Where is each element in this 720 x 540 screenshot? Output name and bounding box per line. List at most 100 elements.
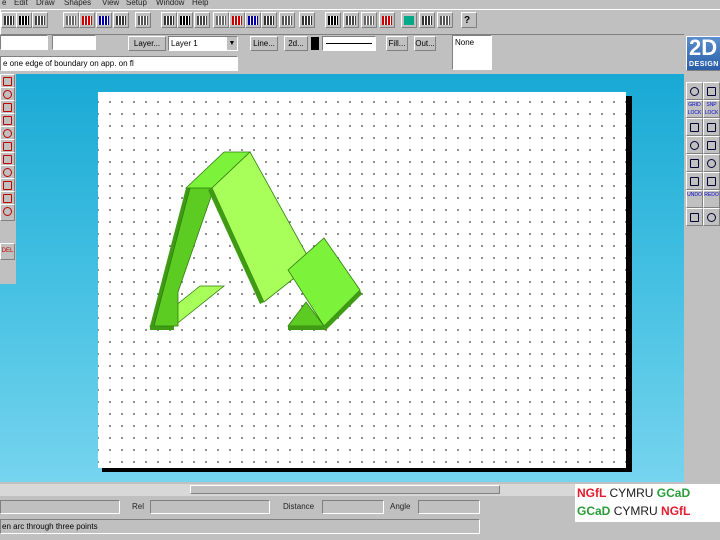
new-window-button[interactable]: [32, 12, 48, 28]
clear-icon: [138, 15, 148, 25]
2d-design-logo: 2D DESIGN: [686, 35, 720, 71]
fill-button[interactable]: Fill...: [386, 36, 408, 51]
line-color-swatch[interactable]: [311, 37, 319, 50]
group-button[interactable]: [361, 12, 377, 28]
snap-lock-tool[interactable]: SNP LOCK: [703, 100, 720, 118]
help-icon: ?: [464, 14, 471, 26]
clear-button[interactable]: [135, 12, 151, 28]
dots-tool[interactable]: [686, 82, 703, 100]
menu-item-help[interactable]: Help: [192, 0, 208, 7]
horizontal-scrollbar[interactable]: [0, 484, 575, 496]
logo-big-text: 2D: [689, 35, 718, 60]
menu-item-draw[interactable]: Draw: [36, 0, 55, 7]
layer-select[interactable]: Layer 1 ▼: [168, 36, 238, 51]
delete-tool-icon: [3, 206, 12, 216]
status-text: en arc through three points: [0, 519, 480, 534]
measure-tool[interactable]: [703, 118, 720, 136]
zoom-window-icon: [707, 159, 716, 168]
insert-icon: [264, 15, 274, 25]
ungroup-button[interactable]: [379, 12, 395, 28]
zoom-window-tool[interactable]: [703, 154, 720, 172]
ngfl-top-b: CYMRU: [609, 486, 654, 500]
paste-icon: [180, 15, 190, 25]
table-icon: [248, 15, 258, 25]
paste-button[interactable]: [177, 12, 193, 28]
square-tool[interactable]: [686, 118, 703, 136]
new-window-icon: [35, 15, 45, 25]
layer-button[interactable]: [299, 12, 315, 28]
wand-icon: [440, 15, 450, 25]
print-preview-button[interactable]: [79, 12, 95, 28]
undo-tool[interactable]: UNDO: [686, 190, 703, 208]
select-button[interactable]: [213, 12, 229, 28]
grid-lock-tool[interactable]: GRID LOCK: [686, 100, 703, 118]
line-button[interactable]: Line...: [250, 36, 278, 51]
rotate-icon: [707, 87, 716, 96]
help-button[interactable]: ?: [461, 12, 477, 28]
zoom-all-tool[interactable]: [686, 154, 703, 172]
symbol-button[interactable]: [279, 12, 295, 28]
screen-button[interactable]: [401, 12, 417, 28]
menu-item-shapes[interactable]: Shapes: [64, 0, 91, 7]
cut-icon: [164, 15, 174, 25]
ngfl-top-c: GCaD: [656, 486, 691, 500]
text-tool-icon: [3, 154, 12, 164]
wand-button[interactable]: [437, 12, 453, 28]
zoom-out-tool[interactable]: [703, 136, 720, 154]
fill-tool-icon: [3, 167, 12, 177]
delete-tool[interactable]: [0, 204, 15, 221]
redo-tool[interactable]: REDO: [703, 190, 720, 208]
line-style-select[interactable]: [322, 36, 376, 51]
angle-label: Angle: [390, 502, 411, 511]
ngfl-cymru-logo: NGfL CYMRU GCaD GCaD CYMRU NGfL: [575, 484, 720, 522]
menu-item-setup[interactable]: Setup: [126, 0, 147, 7]
copy-window-button[interactable]: [63, 12, 79, 28]
redraw-tool[interactable]: [703, 172, 720, 190]
zoom-in-icon: [690, 141, 699, 150]
shape-foot-edge: [288, 326, 326, 330]
flip-tool[interactable]: [686, 208, 703, 226]
hatch-tool-icon: [3, 128, 12, 138]
rotate-tool[interactable]: [703, 82, 720, 100]
layer-button[interactable]: Layer...: [128, 36, 166, 51]
left-tool-13[interactable]: DEL: [0, 243, 15, 260]
delete-button[interactable]: [96, 12, 112, 28]
width-button[interactable]: 2d...: [284, 36, 308, 51]
x-input[interactable]: [0, 35, 48, 50]
scrollbar-thumb[interactable]: [190, 485, 500, 494]
angle-box: [418, 500, 480, 514]
ngfl-top-a: NGfL: [577, 486, 607, 500]
distance-box: [322, 500, 384, 514]
symbol-tool-icon: [3, 180, 12, 190]
y-input[interactable]: [52, 35, 96, 50]
cut-button[interactable]: [161, 12, 177, 28]
back-button[interactable]: [325, 12, 341, 28]
drawing-paper[interactable]: [98, 92, 626, 468]
insert-button[interactable]: [261, 12, 277, 28]
menu-item-e[interactable]: e: [2, 0, 6, 7]
info-tool[interactable]: [703, 208, 720, 226]
clipboard-button[interactable]: [194, 12, 210, 28]
printer-icon: [422, 15, 432, 25]
front-icon: [346, 15, 356, 25]
pan-tool[interactable]: [686, 172, 703, 190]
grid-button[interactable]: [229, 12, 245, 28]
rel-label: Rel: [132, 502, 145, 511]
green-3d-shape[interactable]: [98, 92, 626, 468]
front-button[interactable]: [343, 12, 359, 28]
dimension-tool-icon: [3, 141, 12, 151]
zoom-in-tool[interactable]: [686, 136, 703, 154]
table-button[interactable]: [245, 12, 261, 28]
text-button[interactable]: [113, 12, 129, 28]
outline-button[interactable]: Out...: [414, 36, 436, 51]
save-button[interactable]: [16, 12, 32, 28]
open-button[interactable]: [1, 12, 17, 28]
menu-item-view[interactable]: View: [102, 0, 119, 7]
menu-item-edit[interactable]: Edit: [14, 0, 28, 7]
menu-item-window[interactable]: Window: [156, 0, 184, 7]
fill-style-box[interactable]: None: [452, 35, 492, 70]
printer-button[interactable]: [419, 12, 435, 28]
info-icon: [707, 213, 716, 222]
line-tool-icon: [3, 76, 12, 86]
pan-icon: [690, 177, 699, 186]
